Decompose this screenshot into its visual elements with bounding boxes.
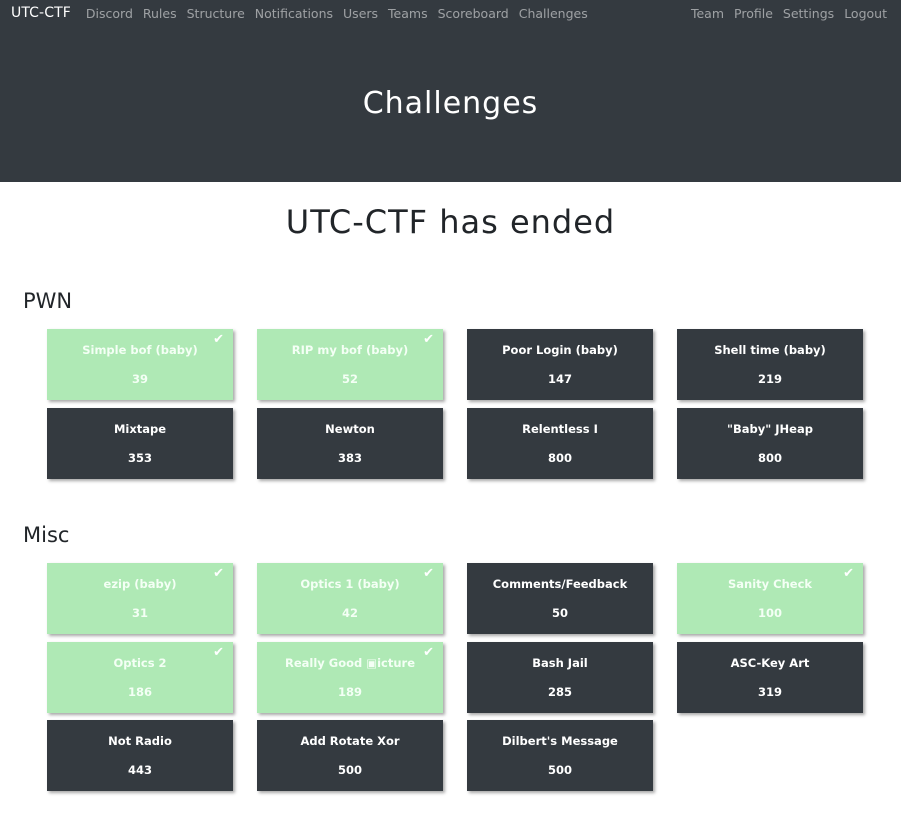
- nav-profile[interactable]: Profile: [734, 6, 773, 21]
- checkmark-icon: ✔: [423, 566, 434, 581]
- nav-team[interactable]: Team: [691, 6, 724, 21]
- challenge-points: 443: [127, 763, 152, 777]
- challenge-name: RIP my bof (baby): [291, 343, 409, 357]
- challenge-card[interactable]: Relentless I 800: [467, 407, 653, 479]
- challenge-name: Dilbert's Message: [502, 734, 618, 748]
- challenge-points: 319: [757, 684, 782, 699]
- checkmark-icon: ✔: [213, 332, 224, 347]
- challenge-points: 800: [547, 450, 572, 465]
- checkmark-icon: ✔: [843, 566, 854, 581]
- challenge-points: 285: [547, 684, 572, 699]
- challenge-name: Optics 2: [113, 655, 167, 670]
- checkmark-icon: ✔: [213, 566, 224, 581]
- challenge-card[interactable]: Mixtape 353: [47, 407, 233, 479]
- challenge-card[interactable]: Poor Login (baby) 147: [467, 329, 653, 400]
- nav-structure[interactable]: Structure: [187, 6, 245, 21]
- challenge-name: Relentless I: [522, 421, 598, 436]
- challenge-grid-misc: ezip (baby) 31 ✔ Optics 1 (baby) 42 ✔ Comments…: [47, 563, 865, 793]
- challenge-name: Mixtape: [113, 421, 167, 436]
- top-navbar: UTC-CTF Discord Rules Structure Notifica…: [0, 0, 901, 26]
- nav-challenges[interactable]: Challenges: [519, 6, 588, 21]
- challenge-card[interactable]: Dilbert's Message 500: [467, 720, 653, 791]
- challenge-grid-pwn: Simple bof (baby) 39 ✔ RIP my bof (baby) 52 ✔…: [47, 329, 865, 481]
- challenge-points: 500: [337, 763, 362, 777]
- brand-link[interactable]: UTC-CTF: [11, 5, 71, 21]
- challenge-name: Add Rotate Xor: [300, 734, 400, 748]
- nav-teams[interactable]: Teams: [388, 6, 428, 21]
- nav-settings[interactable]: Settings: [783, 6, 834, 21]
- challenge-card[interactable]: Comments/Feedback 50: [467, 563, 653, 634]
- challenge-card[interactable]: Newton 383: [257, 407, 443, 479]
- challenge-card[interactable]: Simple bof (baby) 39 ✔: [47, 329, 233, 400]
- ctf-ended-notice: UTC-CTF has ended: [285, 203, 616, 241]
- challenge-points: 353: [127, 450, 152, 465]
- page-title: Challenges: [362, 85, 539, 121]
- nav-rules[interactable]: Rules: [143, 6, 177, 21]
- nav-discord[interactable]: Discord: [86, 6, 133, 21]
- challenge-points: 50: [551, 606, 568, 620]
- challenge-name: Bash Jail: [532, 655, 588, 670]
- challenge-points: 42: [341, 606, 358, 620]
- nav-scoreboard[interactable]: Scoreboard: [438, 6, 509, 21]
- challenge-points: 189: [337, 684, 362, 699]
- challenge-name: Simple bof (baby): [82, 343, 198, 357]
- challenge-points: 100: [757, 606, 782, 620]
- challenge-name: Optics 1 (baby): [300, 577, 400, 591]
- category-title-misc: Misc: [23, 523, 70, 547]
- nav-notifications[interactable]: Notifications: [255, 6, 333, 21]
- challenge-name: ASC-Key Art: [730, 655, 810, 670]
- challenge-name: Poor Login (baby): [502, 343, 618, 357]
- challenge-name: Sanity Check: [727, 577, 813, 591]
- checkmark-icon: ✔: [423, 332, 434, 347]
- challenge-card[interactable]: Optics 2 186 ✔: [47, 641, 233, 713]
- challenge-points: 500: [547, 763, 572, 777]
- page-header: Challenges: [0, 26, 901, 182]
- challenge-points: 52: [341, 372, 358, 386]
- challenge-points: 186: [127, 684, 152, 699]
- challenge-card[interactable]: Add Rotate Xor 500: [257, 720, 443, 791]
- challenge-card[interactable]: "Baby" JHeap 800: [677, 407, 863, 479]
- challenge-card[interactable]: RIP my bof (baby) 52 ✔: [257, 329, 443, 400]
- nav-right-links: Team Profile Settings Logout: [686, 6, 892, 21]
- challenge-name: ezip (baby): [103, 577, 177, 591]
- challenge-card[interactable]: Bash Jail 285: [467, 641, 653, 713]
- challenge-points: 31: [131, 606, 148, 620]
- challenge-points: 147: [547, 372, 572, 386]
- challenge-card[interactable]: Optics 1 (baby) 42 ✔: [257, 563, 443, 634]
- category-title-pwn: PWN: [23, 289, 73, 313]
- challenge-card[interactable]: Really Good ▣icture 189 ✔: [257, 641, 443, 713]
- challenge-name: "Baby" JHeap: [727, 421, 813, 436]
- challenge-points: 800: [757, 450, 782, 465]
- nav-logout[interactable]: Logout: [844, 6, 887, 21]
- challenge-points: 383: [337, 450, 362, 465]
- challenge-card[interactable]: Sanity Check 100 ✔: [677, 563, 863, 634]
- nav-left-links: Discord Rules Structure Notifications Us…: [81, 6, 593, 21]
- challenge-points: 219: [757, 372, 782, 386]
- challenge-card[interactable]: ezip (baby) 31 ✔: [47, 563, 233, 634]
- challenge-card[interactable]: ASC-Key Art 319: [677, 641, 863, 713]
- challenge-name: Newton: [325, 421, 375, 436]
- nav-users[interactable]: Users: [343, 6, 378, 21]
- challenge-name: Not Radio: [108, 734, 172, 748]
- challenge-name: Really Good ▣icture: [284, 655, 416, 670]
- checkmark-icon: ✔: [423, 644, 434, 660]
- challenge-name: Shell time (baby): [714, 343, 826, 357]
- challenge-card[interactable]: Not Radio 443: [47, 720, 233, 791]
- challenge-points: 39: [131, 372, 148, 386]
- checkmark-icon: ✔: [213, 644, 224, 660]
- challenge-name: Comments/Feedback: [492, 577, 628, 591]
- challenge-card[interactable]: Shell time (baby) 219: [677, 329, 863, 400]
